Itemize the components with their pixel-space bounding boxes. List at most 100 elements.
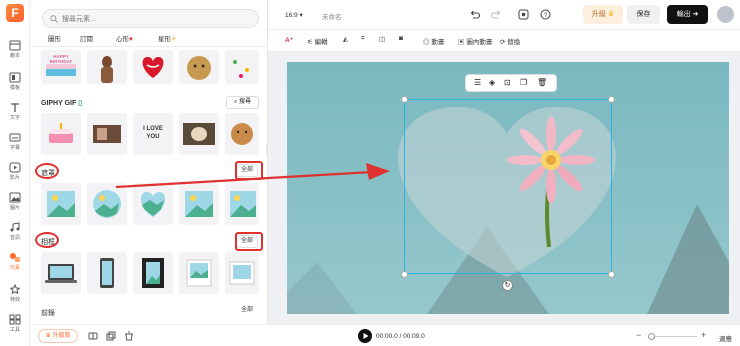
upgrade-button[interactable]: 升級 ♛	[583, 5, 623, 24]
rail-item-audio[interactable]: 音訊	[0, 220, 30, 244]
layers-icon[interactable]: ◈	[489, 78, 495, 87]
help-icon[interactable]: ?	[540, 9, 551, 20]
rail-item-subtitle[interactable]: 字幕	[0, 130, 30, 154]
edit-button[interactable]: ⚟ 編輯	[307, 36, 328, 46]
trash-icon[interactable]	[124, 331, 134, 341]
video-icon	[9, 162, 21, 173]
mask-shape-extra[interactable]	[225, 183, 259, 225]
duplicate-icon[interactable]: ❐	[520, 78, 527, 87]
rail-item-image[interactable]: 圖片	[0, 190, 30, 214]
opacity-icon[interactable]: ◙	[399, 35, 403, 42]
resize-handle[interactable]	[401, 271, 408, 278]
chip-star[interactable]: 星形✳	[158, 33, 176, 43]
app-logo[interactable]: F	[6, 4, 24, 22]
layout-icon	[9, 72, 21, 83]
gif-cake[interactable]	[41, 113, 81, 155]
gif-bear[interactable]	[225, 113, 259, 155]
flip-icon[interactable]: ◭	[343, 35, 348, 43]
chevron-down-icon: ▾	[299, 12, 303, 19]
rail-item-effects[interactable]: 特效	[0, 282, 30, 306]
rotate-handle[interactable]: ↻	[502, 280, 513, 291]
frame-laptop[interactable]	[41, 252, 81, 294]
rail-item-tools[interactable]: 工具	[0, 312, 30, 336]
sticker-dog[interactable]	[179, 50, 219, 84]
fit-button[interactable]: 適應	[719, 333, 732, 343]
resize-handle[interactable]	[608, 96, 615, 103]
video-canvas[interactable]: ↻ ☰ ◈ ⊡ ❐ 🗑	[287, 62, 729, 314]
sticker-happy-birthday[interactable]: HAPPY BIRTHDAY	[41, 50, 81, 84]
frame-polaroid[interactable]	[179, 252, 219, 294]
rail-item-elements[interactable]: 元素	[0, 250, 30, 274]
tools-icon	[9, 314, 21, 325]
split-icon[interactable]	[88, 331, 98, 341]
upgrade-button-label: 升級	[591, 11, 606, 18]
avatar[interactable]	[717, 6, 734, 23]
chip-shape[interactable]: 圖形	[48, 33, 61, 43]
preview-icon[interactable]	[518, 9, 529, 20]
sticker-heart[interactable]	[133, 50, 173, 84]
resize-handle[interactable]	[401, 96, 408, 103]
giphy-title: GIPHY GIF ▯	[41, 99, 82, 107]
frame-extra[interactable]	[225, 252, 259, 294]
zoom-slider[interactable]	[649, 336, 697, 337]
save-button[interactable]: 保存	[627, 5, 660, 24]
frame-film[interactable]	[133, 252, 173, 294]
next-all-button[interactable]: 全部	[236, 305, 258, 318]
gif-i-love-you[interactable]: I LOVE YOU	[133, 113, 173, 155]
animate-button[interactable]: ◎ 動畫	[423, 36, 444, 46]
mask-circle[interactable]	[87, 183, 127, 225]
resize-handle[interactable]	[608, 271, 615, 278]
sticker-party[interactable]	[225, 50, 259, 84]
align-icon[interactable]: ☰	[474, 78, 481, 87]
adjust-icon[interactable]: ◫	[379, 35, 385, 43]
search-input[interactable]	[62, 13, 252, 25]
zoom-slider-thumb[interactable]	[648, 333, 655, 340]
frame-phone[interactable]	[87, 252, 127, 294]
redo-icon[interactable]	[491, 9, 502, 20]
giphy-search-button[interactable]: ⌕ 搜尋	[226, 96, 259, 109]
copy-icon[interactable]	[106, 331, 116, 341]
crop-icon[interactable]: ⌗	[361, 35, 365, 43]
bear-gif-icon	[231, 123, 253, 145]
rail-label: 圖片	[9, 205, 20, 211]
mask-rectangle[interactable]	[41, 183, 81, 225]
project-title[interactable]: 未命名	[322, 11, 342, 21]
arrow-right-icon: ➜	[692, 11, 699, 18]
gif-photo[interactable]	[87, 113, 127, 155]
annotation-box-mask	[235, 161, 263, 180]
rail-item-text[interactable]: 文字	[0, 100, 30, 124]
export-button-label: 輸出	[676, 11, 691, 18]
search-box[interactable]	[42, 9, 259, 28]
rectangle-alt-mask-icon	[185, 191, 213, 217]
play-button[interactable]	[358, 329, 372, 343]
rail-item-templates[interactable]: 範本	[0, 38, 30, 62]
zoom-in-icon[interactable]: +	[701, 330, 706, 340]
heart-icon: ♥	[129, 36, 133, 43]
cake-gif-icon	[49, 123, 73, 143]
chip-heart[interactable]: 心形♥	[116, 33, 133, 43]
lock-icon[interactable]: ⊡	[504, 78, 511, 87]
animate-button-label: 動畫	[431, 39, 445, 46]
undo-icon[interactable]	[469, 9, 480, 20]
rail-item-video[interactable]: 影片	[0, 160, 30, 184]
sticker-person[interactable]	[87, 50, 127, 84]
replace-icon: ⟳	[500, 39, 506, 46]
mask-heart[interactable]	[133, 183, 173, 225]
annotation-oval-mask	[35, 163, 59, 179]
mask-rectangle-alt[interactable]	[179, 183, 219, 225]
rail-item-layout[interactable]: 模板	[0, 70, 30, 94]
gif-dog-photo[interactable]	[179, 113, 219, 155]
selection-box[interactable]	[404, 99, 612, 274]
gif-text: I LOVE YOU	[143, 126, 163, 140]
inner-animate-button[interactable]: ▣ 圖內動畫	[458, 36, 492, 46]
zoom-out-icon[interactable]: −	[636, 330, 641, 340]
ai-icon[interactable]: A⁺	[285, 36, 293, 44]
delete-icon[interactable]: 🗑	[537, 78, 547, 87]
chip-subscribe[interactable]: 訂閱	[80, 33, 93, 43]
aspect-ratio-dropdown[interactable]: 16:9 ▾	[285, 11, 303, 19]
export-button[interactable]: 輸出 ➜	[667, 5, 708, 24]
replace-button[interactable]: ⟳ 替換	[500, 36, 520, 46]
upgrade-chip[interactable]: ♛ 升級版	[38, 329, 78, 343]
floating-toolbar: ☰ ◈ ⊡ ❐ 🗑	[465, 74, 557, 92]
heart-sticker-icon	[142, 56, 164, 78]
